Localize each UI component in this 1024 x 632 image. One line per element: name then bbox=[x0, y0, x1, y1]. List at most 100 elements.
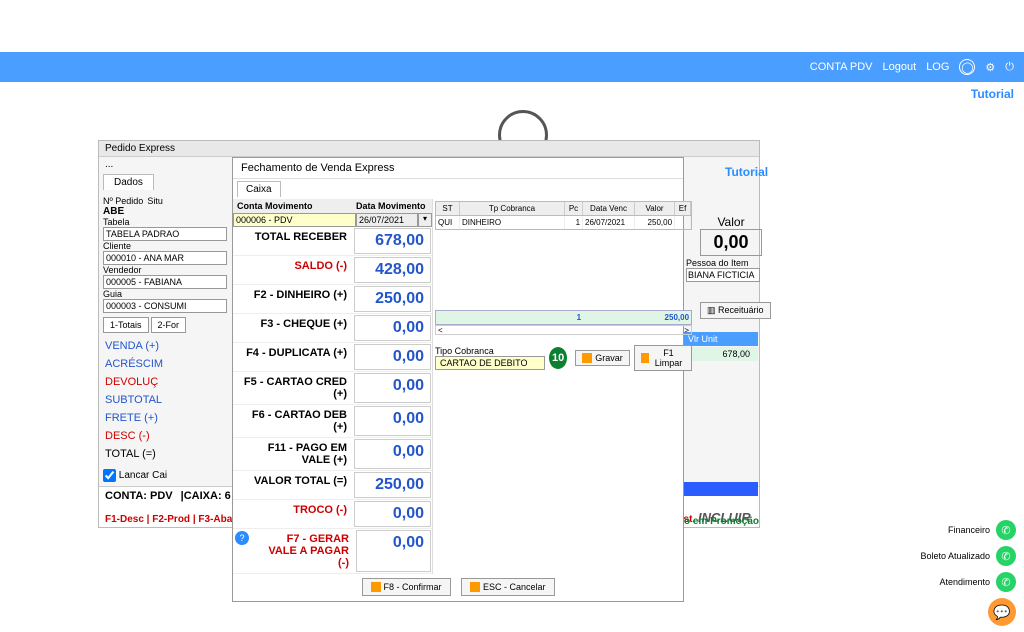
confirm-icon bbox=[371, 582, 381, 592]
tab-dados[interactable]: Dados bbox=[103, 174, 154, 190]
receituario-button[interactable]: ▥ Receituário bbox=[700, 302, 771, 319]
total-valor: 250,00 bbox=[635, 311, 691, 324]
subtab-totais[interactable]: 1-Totais bbox=[103, 317, 149, 333]
label-cartao-cred: F5 - CARTAO CRED (+) bbox=[233, 372, 353, 404]
label-cheque: F3 - CHEQUE (+) bbox=[233, 314, 353, 342]
account-label[interactable]: CONTA PDV bbox=[810, 61, 873, 73]
payments-grid-header: ST Tp Cobranca Pc Data Venc Valor Ef bbox=[435, 201, 692, 216]
total-pc: 1 bbox=[565, 311, 583, 324]
label-cliente: Cliente bbox=[103, 241, 227, 251]
cell-ef bbox=[675, 216, 691, 229]
clear-icon bbox=[641, 353, 649, 363]
value-saldo: 428,00 bbox=[354, 257, 431, 283]
settings-icon[interactable]: ⚙ bbox=[985, 61, 995, 74]
calendar-icon[interactable]: ▾ bbox=[418, 213, 432, 227]
label-npedido: Nº Pedido bbox=[103, 196, 143, 206]
label-dinheiro: F2 - DINHEIRO (+) bbox=[233, 285, 353, 313]
tutorial-link-top[interactable]: Tutorial bbox=[971, 87, 1014, 101]
col-tp: Tp Cobranca bbox=[460, 202, 565, 215]
col-ef: Ef bbox=[675, 202, 691, 215]
label-duplicata: F4 - DUPLICATA (+) bbox=[233, 343, 353, 371]
whatsapp-icon[interactable]: ✆ bbox=[996, 546, 1016, 566]
cell-tp: DINHEIRO bbox=[460, 216, 565, 229]
label-saldo: SALDO (-) bbox=[233, 256, 353, 284]
input-data-movimento[interactable] bbox=[356, 213, 418, 227]
label-pago-vale: F11 - PAGO EM VALE (+) bbox=[233, 438, 353, 470]
value-duplicata[interactable]: 0,00 bbox=[354, 344, 431, 370]
subtab-forma[interactable]: 2-For bbox=[151, 317, 187, 333]
summary-acrescimo: ACRÉSCIM bbox=[103, 355, 227, 373]
col-datavenc: Data Venc bbox=[583, 202, 635, 215]
status-caixa: |CAIXA: 6 bbox=[181, 490, 231, 505]
chat-bubble-icon[interactable]: 💬 bbox=[988, 598, 1016, 626]
gravar-button[interactable]: Gravar bbox=[575, 350, 630, 366]
value-gerar-vale[interactable]: 0,00 bbox=[356, 530, 431, 572]
grid-scrollbar[interactable]: <> bbox=[435, 325, 692, 335]
label-tabela: Tabela bbox=[103, 217, 227, 227]
summary-frete: FRETE (+) bbox=[103, 409, 227, 427]
header-conta-movimento: Conta Movimento bbox=[233, 199, 352, 213]
label-valor-total: VALOR TOTAL (=) bbox=[233, 471, 353, 499]
log-link[interactable]: LOG bbox=[926, 61, 949, 73]
col-valor: Valor bbox=[635, 202, 675, 215]
label-valor: Valor bbox=[700, 215, 762, 229]
limpar-button[interactable]: F1 Limpar bbox=[634, 345, 692, 371]
chat-label-financeiro: Financeiro bbox=[948, 525, 990, 535]
input-guia[interactable] bbox=[103, 299, 227, 313]
input-tipo-cobranca[interactable] bbox=[435, 356, 545, 370]
col-pc: Pc bbox=[565, 202, 583, 215]
chat-widget-list: Financeiro✆ Boleto Atualizado✆ Atendimen… bbox=[920, 520, 1016, 632]
logout-link[interactable]: Logout bbox=[883, 61, 917, 73]
label-pessoa-item: Pessoa do Item bbox=[686, 258, 760, 268]
value-cartao-deb[interactable]: 0,00 bbox=[354, 406, 431, 436]
value-pago-vale[interactable]: 0,00 bbox=[354, 439, 431, 469]
step-callout-10: 10 bbox=[549, 347, 567, 369]
tab-caixa[interactable]: Caixa bbox=[237, 181, 281, 197]
label-troco: TROCO (-) bbox=[233, 500, 353, 528]
cell-pc: 1 bbox=[565, 216, 583, 229]
label-situacao: Situ bbox=[147, 196, 163, 206]
whatsapp-icon[interactable]: ✆ bbox=[996, 572, 1016, 592]
input-conta-movimento[interactable] bbox=[233, 213, 356, 227]
value-valor-total: 250,00 bbox=[354, 472, 431, 498]
label-tipo-cobranca: Tipo Cobranca bbox=[435, 346, 545, 356]
value-pessoa-item: BIANA FICTICIA bbox=[686, 268, 760, 282]
summary-devolucao: DEVOLUÇ bbox=[103, 373, 227, 391]
cancelar-button[interactable]: ESC - Cancelar bbox=[461, 578, 555, 596]
value-troco: 0,00 bbox=[354, 501, 431, 527]
chat-label-boleto: Boleto Atualizado bbox=[920, 551, 990, 561]
cancel-icon bbox=[470, 582, 480, 592]
top-header-bar: CONTA PDV Logout LOG ◯ ⚙ ⏻ bbox=[0, 52, 1024, 82]
window-title: Pedido Express bbox=[99, 141, 759, 157]
modal-title: Fechamento de Venda Express bbox=[233, 158, 683, 179]
save-icon bbox=[582, 353, 592, 363]
value-dinheiro[interactable]: 250,00 bbox=[354, 286, 431, 312]
whatsapp-icon[interactable]: ✆ bbox=[996, 520, 1016, 540]
value-total-receber: 678,00 bbox=[354, 228, 431, 254]
label-vendedor: Vendedor bbox=[103, 265, 227, 275]
label-promocao: o em Promoção bbox=[684, 516, 759, 527]
receipt-icon: ▥ bbox=[707, 305, 716, 315]
label-total-receber: TOTAL RECEBER bbox=[233, 227, 353, 255]
input-cliente[interactable] bbox=[103, 251, 227, 265]
value-cartao-cred[interactable]: 0,00 bbox=[354, 373, 431, 403]
label-cartao-deb: F6 - CARTAO DEB (+) bbox=[233, 405, 353, 437]
label-lancar-caixa: Lancar Cai bbox=[119, 470, 167, 481]
summary-total: TOTAL (=) bbox=[103, 445, 227, 463]
help-icon[interactable]: ? bbox=[235, 531, 249, 545]
user-icon[interactable]: ◯ bbox=[959, 59, 975, 75]
summary-subtotal: SUBTOTAL bbox=[103, 391, 227, 409]
value-cheque[interactable]: 0,00 bbox=[354, 315, 431, 341]
label-guia: Guia bbox=[103, 289, 227, 299]
input-tabela[interactable] bbox=[103, 227, 227, 241]
tutorial-link-panel[interactable]: Tutorial bbox=[725, 165, 768, 179]
cell-st: QUI bbox=[436, 216, 460, 229]
power-icon[interactable]: ⏻ bbox=[1005, 61, 1014, 74]
payments-grid-row[interactable]: QUI DINHEIRO 1 26/07/2021 250,00 bbox=[435, 216, 692, 230]
input-vendedor[interactable] bbox=[103, 275, 227, 289]
confirmar-button[interactable]: F8 - Confirmar bbox=[362, 578, 451, 596]
cell-valor: 250,00 bbox=[635, 216, 675, 229]
status-abe: ABE bbox=[103, 206, 227, 217]
fechamento-modal: Fechamento de Venda Express Caixa Conta … bbox=[232, 157, 684, 602]
checkbox-lancar-caixa[interactable] bbox=[103, 469, 116, 482]
